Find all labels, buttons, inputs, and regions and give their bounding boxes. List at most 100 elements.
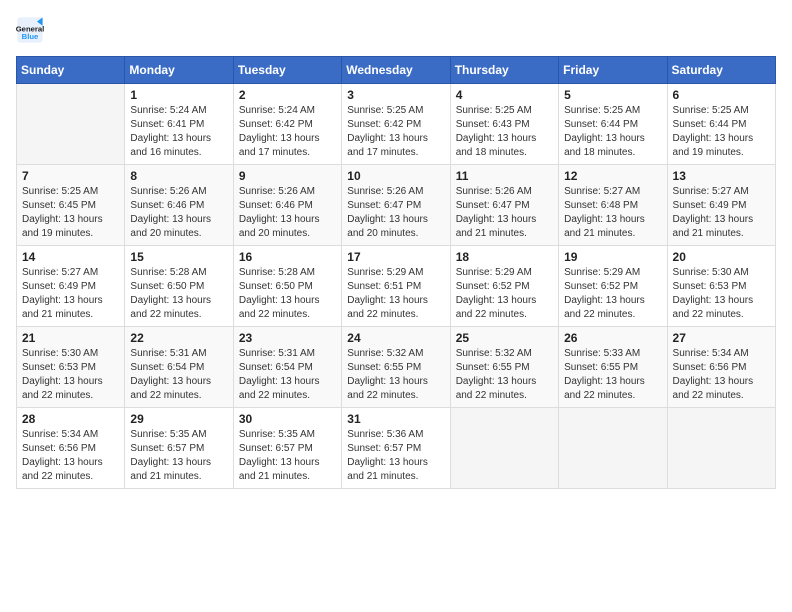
calendar-cell: 22 Sunrise: 5:31 AM Sunset: 6:54 PM Dayl…	[125, 327, 233, 408]
calendar-cell: 20 Sunrise: 5:30 AM Sunset: 6:53 PM Dayl…	[667, 246, 775, 327]
calendar-cell	[450, 408, 558, 489]
cell-content: Sunrise: 5:26 AM Sunset: 6:46 PM Dayligh…	[239, 185, 336, 241]
sunset-text: Sunset: 6:57 PM	[130, 442, 227, 456]
sunrise-text: Sunrise: 5:27 AM	[22, 266, 119, 280]
cell-content: Sunrise: 5:24 AM Sunset: 6:42 PM Dayligh…	[239, 104, 336, 160]
calendar-cell: 1 Sunrise: 5:24 AM Sunset: 6:41 PM Dayli…	[125, 84, 233, 165]
calendar-week-row: 7 Sunrise: 5:25 AM Sunset: 6:45 PM Dayli…	[17, 165, 776, 246]
sunset-text: Sunset: 6:56 PM	[673, 361, 770, 375]
day-number: 2	[239, 88, 336, 102]
cell-content: Sunrise: 5:30 AM Sunset: 6:53 PM Dayligh…	[22, 347, 119, 403]
cell-content: Sunrise: 5:35 AM Sunset: 6:57 PM Dayligh…	[130, 428, 227, 484]
daylight-text: Daylight: 13 hours and 22 minutes.	[347, 375, 444, 403]
calendar-cell	[559, 408, 667, 489]
cell-content: Sunrise: 5:32 AM Sunset: 6:55 PM Dayligh…	[347, 347, 444, 403]
sunset-text: Sunset: 6:53 PM	[22, 361, 119, 375]
day-number: 20	[673, 250, 770, 264]
sunrise-text: Sunrise: 5:35 AM	[130, 428, 227, 442]
sunset-text: Sunset: 6:46 PM	[130, 199, 227, 213]
sunrise-text: Sunrise: 5:24 AM	[130, 104, 227, 118]
day-number: 21	[22, 331, 119, 345]
calendar-cell: 30 Sunrise: 5:35 AM Sunset: 6:57 PM Dayl…	[233, 408, 341, 489]
daylight-text: Daylight: 13 hours and 20 minutes.	[347, 213, 444, 241]
daylight-text: Daylight: 13 hours and 17 minutes.	[347, 132, 444, 160]
sunrise-text: Sunrise: 5:26 AM	[239, 185, 336, 199]
calendar-cell: 13 Sunrise: 5:27 AM Sunset: 6:49 PM Dayl…	[667, 165, 775, 246]
cell-content: Sunrise: 5:29 AM Sunset: 6:52 PM Dayligh…	[456, 266, 553, 322]
daylight-text: Daylight: 13 hours and 22 minutes.	[673, 375, 770, 403]
sunrise-text: Sunrise: 5:25 AM	[564, 104, 661, 118]
calendar-cell: 16 Sunrise: 5:28 AM Sunset: 6:50 PM Dayl…	[233, 246, 341, 327]
day-number: 23	[239, 331, 336, 345]
daylight-text: Daylight: 13 hours and 19 minutes.	[22, 213, 119, 241]
sunrise-text: Sunrise: 5:30 AM	[673, 266, 770, 280]
day-number: 10	[347, 169, 444, 183]
sunset-text: Sunset: 6:44 PM	[564, 118, 661, 132]
day-number: 24	[347, 331, 444, 345]
calendar-cell: 3 Sunrise: 5:25 AM Sunset: 6:42 PM Dayli…	[342, 84, 450, 165]
sunset-text: Sunset: 6:57 PM	[347, 442, 444, 456]
sunrise-text: Sunrise: 5:26 AM	[130, 185, 227, 199]
daylight-text: Daylight: 13 hours and 21 minutes.	[130, 456, 227, 484]
cell-content: Sunrise: 5:34 AM Sunset: 6:56 PM Dayligh…	[673, 347, 770, 403]
daylight-text: Daylight: 13 hours and 20 minutes.	[130, 213, 227, 241]
day-number: 25	[456, 331, 553, 345]
sunset-text: Sunset: 6:49 PM	[673, 199, 770, 213]
day-number: 28	[22, 412, 119, 426]
day-number: 7	[22, 169, 119, 183]
calendar-cell: 31 Sunrise: 5:36 AM Sunset: 6:57 PM Dayl…	[342, 408, 450, 489]
daylight-text: Daylight: 13 hours and 22 minutes.	[347, 294, 444, 322]
day-number: 27	[673, 331, 770, 345]
cell-content: Sunrise: 5:29 AM Sunset: 6:51 PM Dayligh…	[347, 266, 444, 322]
daylight-text: Daylight: 13 hours and 22 minutes.	[456, 375, 553, 403]
cell-content: Sunrise: 5:26 AM Sunset: 6:46 PM Dayligh…	[130, 185, 227, 241]
calendar-cell: 9 Sunrise: 5:26 AM Sunset: 6:46 PM Dayli…	[233, 165, 341, 246]
day-number: 11	[456, 169, 553, 183]
sunset-text: Sunset: 6:55 PM	[456, 361, 553, 375]
weekday-header: Tuesday	[233, 57, 341, 84]
day-number: 9	[239, 169, 336, 183]
sunset-text: Sunset: 6:52 PM	[564, 280, 661, 294]
page-header: General Blue	[16, 16, 776, 44]
day-number: 1	[130, 88, 227, 102]
svg-text:Blue: Blue	[22, 32, 39, 41]
cell-content: Sunrise: 5:25 AM Sunset: 6:44 PM Dayligh…	[673, 104, 770, 160]
calendar-cell: 7 Sunrise: 5:25 AM Sunset: 6:45 PM Dayli…	[17, 165, 125, 246]
sunset-text: Sunset: 6:56 PM	[22, 442, 119, 456]
calendar-cell: 8 Sunrise: 5:26 AM Sunset: 6:46 PM Dayli…	[125, 165, 233, 246]
sunset-text: Sunset: 6:55 PM	[347, 361, 444, 375]
daylight-text: Daylight: 13 hours and 18 minutes.	[456, 132, 553, 160]
cell-content: Sunrise: 5:28 AM Sunset: 6:50 PM Dayligh…	[130, 266, 227, 322]
daylight-text: Daylight: 13 hours and 21 minutes.	[22, 294, 119, 322]
calendar-cell: 2 Sunrise: 5:24 AM Sunset: 6:42 PM Dayli…	[233, 84, 341, 165]
sunrise-text: Sunrise: 5:32 AM	[456, 347, 553, 361]
calendar-week-row: 14 Sunrise: 5:27 AM Sunset: 6:49 PM Dayl…	[17, 246, 776, 327]
calendar-week-row: 21 Sunrise: 5:30 AM Sunset: 6:53 PM Dayl…	[17, 327, 776, 408]
sunset-text: Sunset: 6:49 PM	[22, 280, 119, 294]
logo: General Blue	[16, 16, 48, 44]
sunset-text: Sunset: 6:45 PM	[22, 199, 119, 213]
sunset-text: Sunset: 6:54 PM	[130, 361, 227, 375]
cell-content: Sunrise: 5:27 AM Sunset: 6:49 PM Dayligh…	[22, 266, 119, 322]
sunrise-text: Sunrise: 5:31 AM	[239, 347, 336, 361]
calendar-cell: 18 Sunrise: 5:29 AM Sunset: 6:52 PM Dayl…	[450, 246, 558, 327]
sunrise-text: Sunrise: 5:34 AM	[673, 347, 770, 361]
daylight-text: Daylight: 13 hours and 22 minutes.	[22, 456, 119, 484]
calendar-week-row: 28 Sunrise: 5:34 AM Sunset: 6:56 PM Dayl…	[17, 408, 776, 489]
daylight-text: Daylight: 13 hours and 21 minutes.	[347, 456, 444, 484]
daylight-text: Daylight: 13 hours and 19 minutes.	[673, 132, 770, 160]
sunrise-text: Sunrise: 5:31 AM	[130, 347, 227, 361]
calendar-cell: 24 Sunrise: 5:32 AM Sunset: 6:55 PM Dayl…	[342, 327, 450, 408]
daylight-text: Daylight: 13 hours and 22 minutes.	[456, 294, 553, 322]
sunrise-text: Sunrise: 5:24 AM	[239, 104, 336, 118]
day-number: 30	[239, 412, 336, 426]
day-number: 29	[130, 412, 227, 426]
sunset-text: Sunset: 6:46 PM	[239, 199, 336, 213]
day-number: 5	[564, 88, 661, 102]
calendar-cell: 15 Sunrise: 5:28 AM Sunset: 6:50 PM Dayl…	[125, 246, 233, 327]
sunset-text: Sunset: 6:44 PM	[673, 118, 770, 132]
calendar-cell: 26 Sunrise: 5:33 AM Sunset: 6:55 PM Dayl…	[559, 327, 667, 408]
day-number: 4	[456, 88, 553, 102]
weekday-header: Sunday	[17, 57, 125, 84]
sunrise-text: Sunrise: 5:26 AM	[347, 185, 444, 199]
